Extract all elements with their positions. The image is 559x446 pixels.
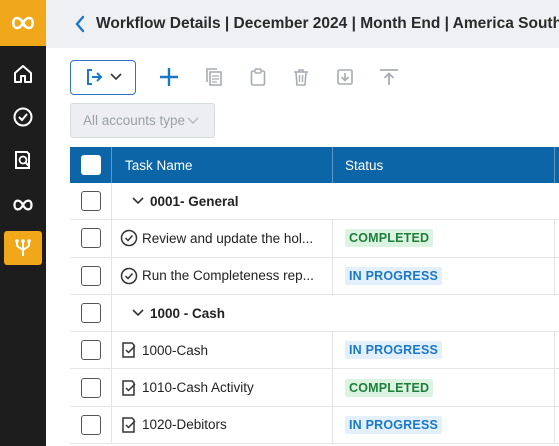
- select-all-checkbox[interactable]: [80, 155, 101, 175]
- status-badge: COMPLETED: [345, 229, 434, 248]
- document-search-icon: [15, 151, 30, 169]
- row-checkbox[interactable]: [80, 191, 101, 212]
- group-name: 1000 - Cash: [150, 305, 226, 321]
- task-name[interactable]: 1010-Cash Activity: [142, 380, 254, 395]
- row-checkbox[interactable]: [80, 265, 101, 286]
- download-button[interactable]: [332, 64, 358, 90]
- copy-icon: [206, 68, 222, 86]
- sidebar-item-flux[interactable]: [4, 188, 42, 222]
- reconciliation-icon: [122, 379, 136, 396]
- chevron-down-icon[interactable]: [132, 309, 144, 317]
- delete-button[interactable]: [288, 64, 314, 90]
- task-name[interactable]: Run the Completeness rep...: [142, 268, 314, 283]
- chevron-down-icon[interactable]: [132, 197, 144, 205]
- delete-icon: [294, 69, 308, 86]
- table-header: Task Name Status: [70, 147, 559, 183]
- sidebar: [0, 0, 46, 446]
- table-row[interactable]: Review and update the hol... COMPLETED: [70, 220, 559, 258]
- task-name[interactable]: Review and update the hol...: [142, 231, 313, 246]
- page-title: Workflow Details | December 2024 | Month…: [96, 15, 559, 32]
- toolbar: [70, 59, 136, 95]
- export-icon: [87, 69, 103, 85]
- accounts-type-filter-value: All accounts type: [83, 113, 186, 128]
- column-header-status[interactable]: Status: [333, 147, 555, 183]
- row-checkbox[interactable]: [80, 377, 101, 398]
- row-checkbox[interactable]: [80, 340, 101, 361]
- sidebar-item-workflow[interactable]: [4, 231, 42, 265]
- check-circle-icon: [120, 230, 138, 247]
- status-badge: IN PROGRESS: [345, 341, 443, 360]
- table-row[interactable]: Run the Completeness rep... IN PROGRESS: [70, 257, 559, 295]
- sidebar-item-tasks[interactable]: [4, 100, 42, 134]
- home-icon: [14, 65, 32, 83]
- row-checkbox[interactable]: [80, 414, 101, 435]
- add-icon: [160, 68, 178, 86]
- back-button[interactable]: [74, 14, 86, 34]
- check-circle-icon: [13, 107, 33, 127]
- table-row[interactable]: 1020-Debitors IN PROGRESS: [70, 406, 559, 445]
- reconciliation-icon: [122, 417, 136, 433]
- row-checkbox[interactable]: [80, 228, 101, 249]
- export-dropdown-button[interactable]: [70, 59, 136, 95]
- table-row[interactable]: 1010-Cash Activity COMPLETED: [70, 369, 559, 407]
- group-row[interactable]: 0001- General: [70, 183, 559, 221]
- task-name[interactable]: 1020-Debitors: [142, 417, 227, 432]
- check-circle-icon: [120, 267, 138, 284]
- add-button[interactable]: [156, 64, 182, 90]
- task-name[interactable]: 1000-Cash: [142, 343, 208, 358]
- workflow-icon: [15, 239, 31, 256]
- download-icon: [337, 69, 353, 85]
- paste-button[interactable]: [245, 64, 271, 90]
- accounts-type-filter[interactable]: All accounts type: [70, 103, 215, 138]
- sidebar-item-reconciliation[interactable]: [4, 143, 42, 177]
- row-checkbox[interactable]: [80, 303, 101, 324]
- column-header-task-name[interactable]: Task Name: [112, 147, 333, 183]
- upload-button[interactable]: [376, 64, 402, 90]
- sidebar-item-home[interactable]: [4, 57, 42, 91]
- upload-icon: [380, 69, 398, 85]
- app-logo[interactable]: [0, 0, 46, 46]
- infinity-icon: [13, 199, 33, 211]
- copy-button[interactable]: [201, 64, 227, 90]
- chevron-left-icon: [75, 15, 85, 33]
- task-table: Task Name Status 0001- General Review an…: [70, 147, 559, 445]
- status-badge: IN PROGRESS: [345, 415, 443, 434]
- clipboard-icon: [250, 68, 266, 86]
- status-badge: IN PROGRESS: [345, 266, 443, 285]
- page-header: Workflow Details | December 2024 | Month…: [46, 0, 559, 48]
- table-row[interactable]: 1000-Cash IN PROGRESS: [70, 332, 559, 370]
- status-badge: COMPLETED: [345, 378, 434, 397]
- chevron-down-icon: [110, 73, 122, 81]
- group-row[interactable]: 1000 - Cash: [70, 294, 559, 333]
- main-content: Workflow Details | December 2024 | Month…: [46, 0, 559, 446]
- group-name: 0001- General: [150, 193, 239, 209]
- chevron-down-icon: [187, 117, 199, 124]
- reconciliation-icon: [122, 342, 136, 359]
- infinity-logo-icon: [11, 16, 35, 30]
